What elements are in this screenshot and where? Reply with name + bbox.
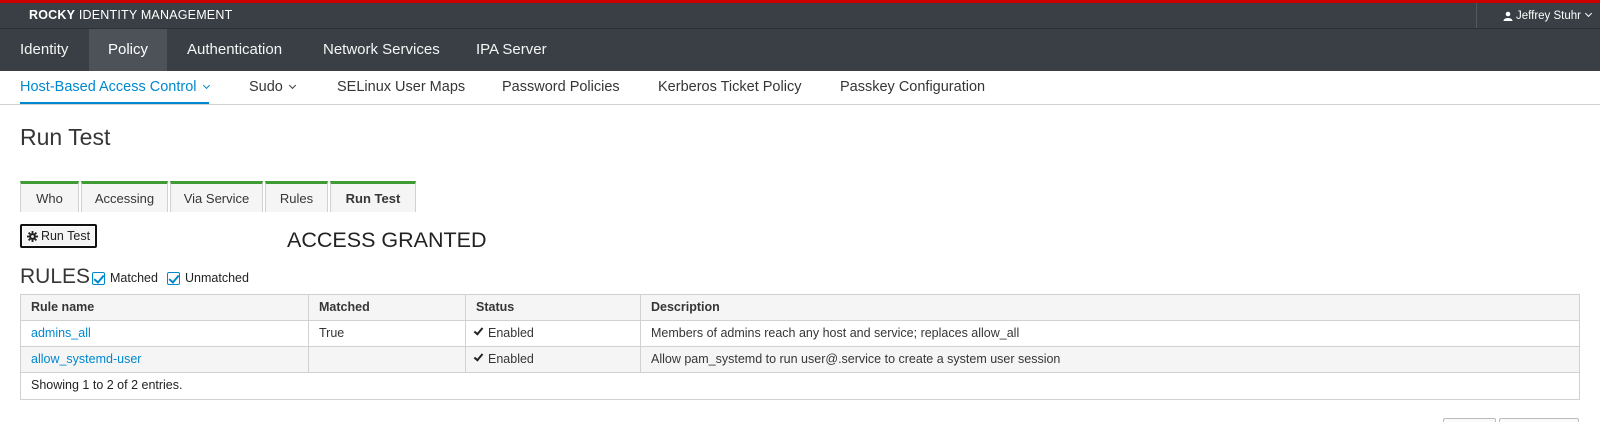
table-row: allow_systemd-user Enabled Allow pam_sys… <box>21 347 1579 373</box>
masthead: ROCKY IDENTITY MANAGEMENT Jeffrey Stuhr <box>0 3 1600 28</box>
check-icon <box>473 325 484 336</box>
table-row: admins_all True Enabled Members of admin… <box>21 321 1579 347</box>
rule-name-cell: allow_systemd-user <box>21 347 309 372</box>
subnav-hbac[interactable]: Host-Based Access Control <box>20 71 210 104</box>
column-header-description[interactable]: Description <box>641 295 1579 320</box>
run-test-button[interactable]: Run Test <box>20 224 97 248</box>
nav-item-policy[interactable]: Policy <box>89 29 167 72</box>
column-header-matched[interactable]: Matched <box>309 295 466 320</box>
status-cell: Enabled <box>466 347 641 372</box>
tab-accessing[interactable]: Accessing <box>81 181 168 212</box>
subnav-password-policies[interactable]: Password Policies <box>502 71 620 104</box>
table-footer: Showing 1 to 2 of 2 entries. <box>31 378 183 392</box>
tab-via-service[interactable]: Via Service <box>170 181 263 212</box>
user-menu[interactable]: Jeffrey Stuhr <box>1476 3 1600 28</box>
nav-item-identity[interactable]: Identity <box>0 29 88 72</box>
user-icon <box>1503 11 1513 21</box>
subnav-kerberos-ticket-policy[interactable]: Kerberos Ticket Policy <box>658 71 801 104</box>
checkbox-checked-icon <box>92 271 105 285</box>
subnav-passkey-configuration[interactable]: Passkey Configuration <box>840 71 985 104</box>
checkbox-checked-icon <box>167 271 180 285</box>
description-cell: Allow pam_systemd to run user@.service t… <box>651 352 1061 366</box>
check-icon <box>473 351 484 362</box>
nav-item-network-services[interactable]: Network Services <box>323 29 440 72</box>
chevron-down-icon <box>1584 9 1593 18</box>
column-header-status[interactable]: Status <box>466 295 641 320</box>
user-name: Jeffrey Stuhr <box>1516 9 1581 22</box>
column-header-rule-name[interactable]: Rule name <box>21 295 309 320</box>
chevron-down-icon <box>288 81 296 90</box>
matched-cell <box>309 347 466 372</box>
unmatched-checkbox[interactable]: Unmatched <box>167 271 249 285</box>
rule-link[interactable]: admins_all <box>31 326 91 340</box>
brand-logo: ROCKY IDENTITY MANAGEMENT <box>29 8 233 22</box>
main-navigation: Identity Policy Authentication Network S… <box>0 28 1600 72</box>
tab-run-test[interactable]: Run Test <box>330 181 416 212</box>
tab-who[interactable]: Who <box>20 181 79 212</box>
nav-item-ipa-server[interactable]: IPA Server <box>476 29 547 72</box>
table-header-row: Rule name Matched Status Description <box>21 295 1579 321</box>
description-cell: Members of admins reach any host and ser… <box>651 326 1020 340</box>
pagination-prev-button[interactable] <box>1443 418 1496 422</box>
page-title: Run Test <box>20 124 111 150</box>
rule-name-cell: admins_all <box>21 321 309 346</box>
rules-heading: RULES <box>20 265 91 288</box>
rules-table: Rule name Matched Status Description adm… <box>20 294 1580 400</box>
tab-rules[interactable]: Rules <box>265 181 328 212</box>
rule-link[interactable]: allow_systemd-user <box>31 352 141 366</box>
gear-icon <box>26 230 38 242</box>
nav-item-authentication[interactable]: Authentication <box>187 29 282 72</box>
matched-checkbox[interactable]: Matched <box>92 271 158 285</box>
matched-cell: True <box>309 321 466 346</box>
chevron-down-icon <box>202 81 210 90</box>
status-cell: Enabled <box>466 321 641 346</box>
subnav-selinux-user-maps[interactable]: SELinux User Maps <box>337 71 465 104</box>
pagination-next-button[interactable] <box>1499 418 1579 422</box>
subnav-sudo[interactable]: Sudo <box>249 71 296 104</box>
test-result: ACCESS GRANTED <box>287 228 487 252</box>
sub-navigation: Host-Based Access Control Sudo SELinux U… <box>0 71 1600 105</box>
